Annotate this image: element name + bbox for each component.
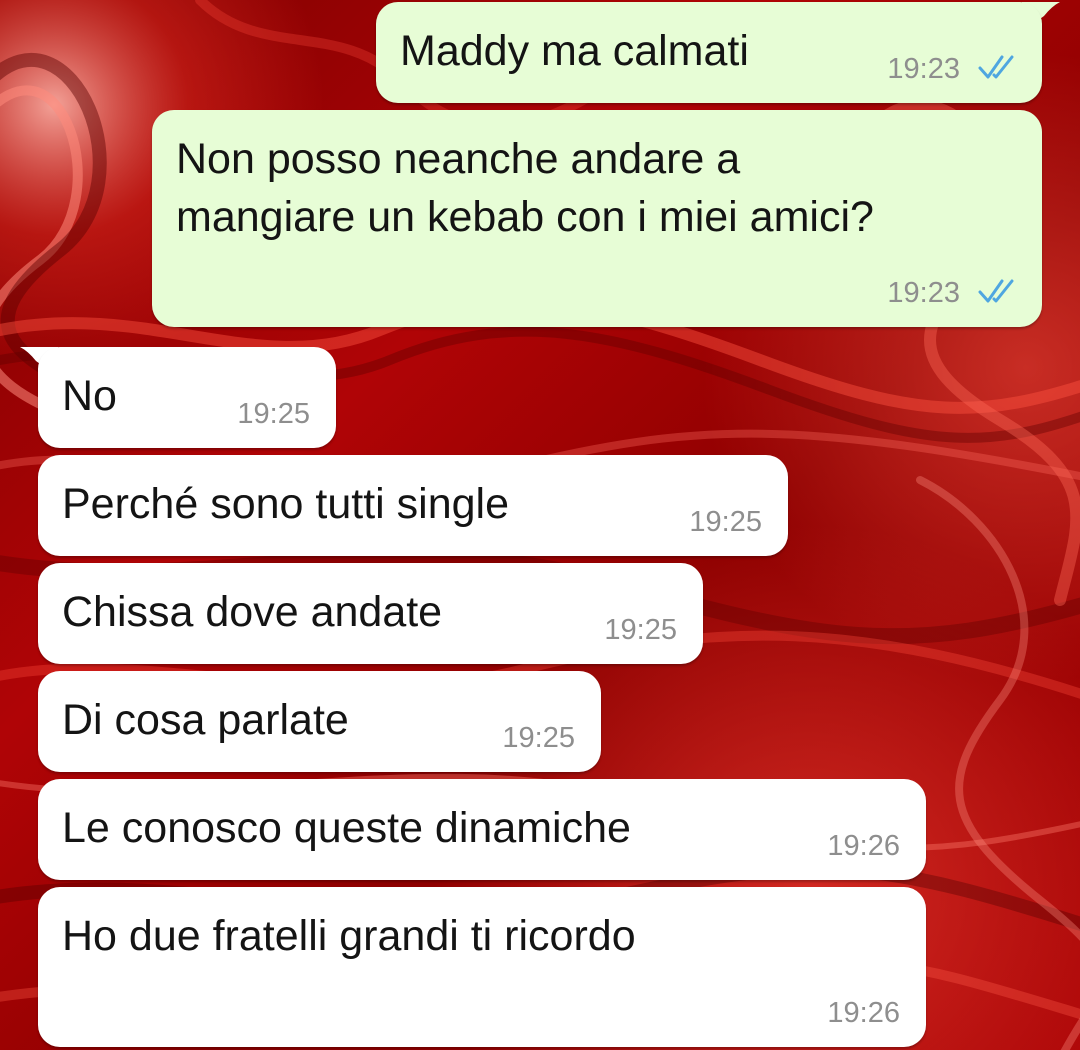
read-double-check-icon (978, 279, 1014, 303)
incoming-message[interactable]: Chissa dove andate 19:25 (38, 563, 703, 664)
outgoing-message[interactable]: Maddy ma calmati 19:23 (376, 2, 1042, 103)
incoming-message[interactable]: No 19:25 (38, 347, 336, 448)
message-text: Non posso neanche andare a mangiare un k… (176, 135, 874, 241)
message-time: 19:25 (502, 722, 575, 754)
message-text: Chissa dove andate (62, 588, 443, 636)
message-time: 19:23 (887, 53, 960, 85)
incoming-message[interactable]: Di cosa parlate 19:25 (38, 671, 601, 772)
incoming-message[interactable]: Ho due fratelli grandi ti ricordo 19:26 (38, 887, 926, 1047)
message-time: 19:26 (827, 830, 900, 862)
incoming-message[interactable]: Perché sono tutti single 19:25 (38, 455, 788, 556)
message-time: 19:23 (887, 277, 960, 309)
message-time: 19:25 (689, 506, 762, 538)
message-text: Perché sono tutti single (62, 480, 509, 528)
message-text: Di cosa parlate (62, 696, 349, 744)
message-text: Maddy ma calmati (400, 27, 749, 75)
outgoing-message[interactable]: Non posso neanche andare a mangiare un k… (152, 110, 1042, 327)
read-double-check-icon (978, 55, 1014, 79)
message-text: Ho due fratelli grandi ti ricordo (62, 912, 636, 960)
chat-conversation: Maddy ma calmati 19:23 Non posso neanche… (0, 0, 1080, 1050)
message-text: Le conosco queste dinamiche (62, 804, 631, 852)
message-time: 19:26 (827, 997, 900, 1029)
message-text: No (62, 372, 117, 420)
message-time: 19:25 (604, 614, 677, 646)
message-time: 19:25 (237, 398, 310, 430)
incoming-message[interactable]: Le conosco queste dinamiche 19:26 (38, 779, 926, 880)
